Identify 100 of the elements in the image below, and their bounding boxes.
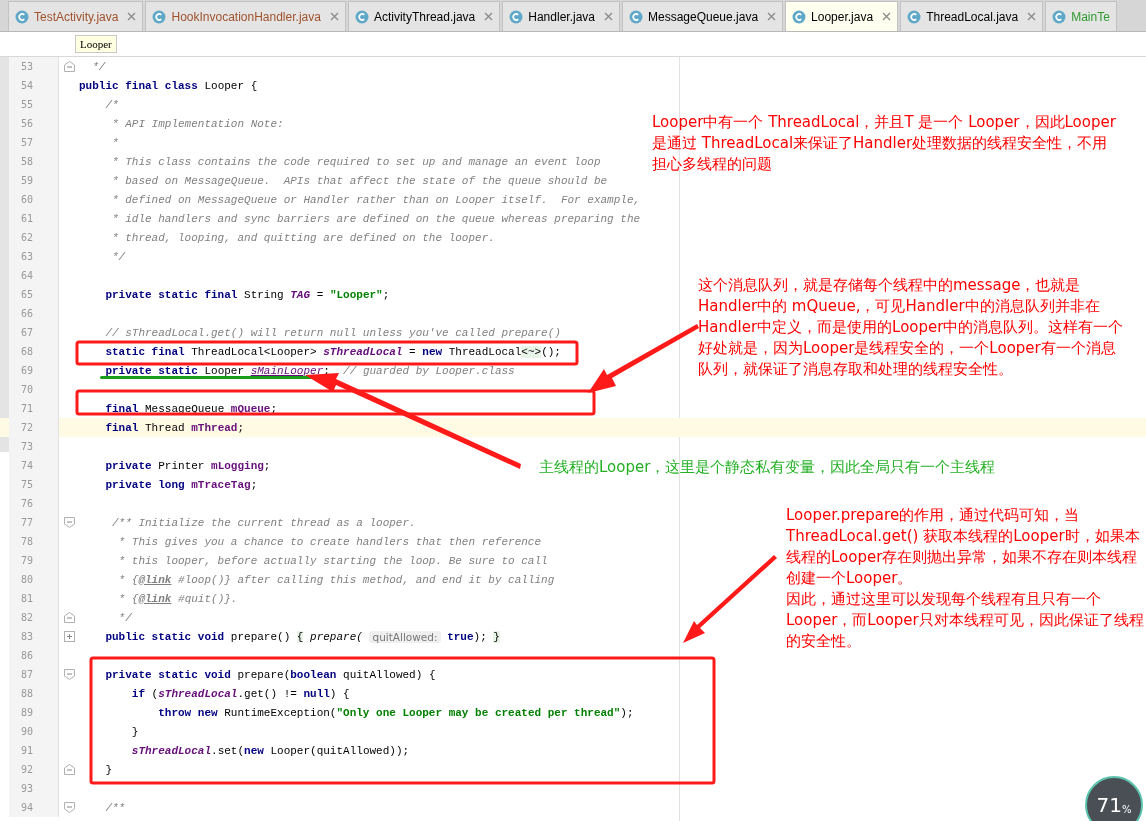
code-comment: #quit()}.: [177, 592, 238, 605]
close-icon[interactable]: [329, 12, 339, 21]
code-keyword: final: [104, 402, 139, 415]
file-tab[interactable]: MessageQueue.java: [622, 1, 784, 31]
fold-icon[interactable]: [63, 61, 75, 72]
code-text: quitAllowed) {: [342, 668, 436, 681]
code-text: RuntimeException(: [223, 706, 337, 719]
line-number: 73: [21, 441, 34, 452]
line-number: 54: [21, 80, 34, 91]
code-text: ThreadLocal: [447, 345, 522, 358]
annotation-text: 这个消息队列，就是存储每个线程中的message，也就是Handler中的 mQueue,，可见Handler中的消息队列并非在Handler中定义，而是使用的Looper中的消息队列。这样有一个好处就是，因为Looper是线程安全的，一个Looper有一个消息队列，就保证了消息存取和处理的线程安全性。: [698, 275, 1125, 380]
line-number: 77: [21, 517, 34, 528]
code-text: (: [150, 687, 159, 700]
file-tab[interactable]: Handler.java: [502, 1, 620, 31]
file-tab[interactable]: TestActivity.java: [8, 1, 144, 31]
doc-tag: @link: [138, 573, 172, 586]
folded-code: <~>: [521, 345, 542, 358]
code-text: Looper(quitAllowed));: [269, 744, 410, 757]
close-icon[interactable]: [484, 12, 494, 21]
doc-tag: @link: [138, 592, 172, 605]
code-comment: * based on MessageQueue. APIs that affect the state of the queue should be: [111, 174, 608, 187]
line-number: 67: [21, 327, 34, 338]
code-comment: * {: [117, 592, 139, 605]
code-comment: * idle handlers and sync barriers are defined on the queue whereas preparing the: [111, 212, 641, 225]
close-icon[interactable]: [1027, 12, 1037, 21]
code-text: );: [620, 706, 634, 719]
line-number: 82: [21, 612, 34, 623]
annotation-text: 主线程的Looper，这里是个静态私有变量，因此全局只有一个主线程: [539, 457, 997, 478]
fold-icon[interactable]: [63, 802, 75, 813]
file-tab[interactable]: HookInvocationHandler.java: [145, 1, 346, 31]
close-icon[interactable]: [882, 12, 892, 21]
line-number: 83: [21, 631, 34, 642]
code-comment: * this looper, before actually starting the loop. Be sure to call: [117, 554, 548, 567]
code-keyword: if: [130, 687, 145, 700]
close-icon[interactable]: [767, 12, 777, 21]
folded-code: {: [296, 630, 304, 643]
line-number: 59: [21, 175, 34, 186]
fold-icon[interactable]: [63, 517, 75, 528]
code-text: }: [130, 725, 139, 738]
fold-icon[interactable]: [63, 669, 75, 680]
code-text: prepare(): [229, 630, 292, 643]
fold-icon[interactable]: [63, 764, 75, 775]
code-keyword: boolean: [290, 668, 337, 681]
line-number: 90: [21, 726, 34, 737]
code-keyword: public final class: [79, 79, 198, 92]
annotation-text: Looper.prepare的作用，通过代码可知，当ThreadLocal.get() 获取本线程的Looper时，如果本线程的Looper存在则抛出异常，如果不存在则本线程创建一个Looper。: [786, 505, 1141, 589]
class-icon: [15, 9, 29, 24]
code-comment: * {: [117, 573, 139, 586]
code-keyword: throw new: [157, 706, 218, 719]
code-text: Looper: [203, 364, 246, 377]
code-keyword: null: [303, 687, 330, 700]
tooltip: Looper: [75, 35, 117, 53]
line-number: 86: [21, 650, 34, 661]
line-number: 72: [21, 422, 34, 433]
code-text: prepare(: [236, 668, 291, 681]
code-keyword: true: [446, 630, 474, 643]
code-comment: */: [91, 60, 106, 73]
code-text: ;: [237, 421, 245, 434]
code-text: =: [408, 345, 417, 358]
code-comment: /** Initialize the current thread as a looper.: [111, 516, 416, 529]
line-number: 68: [21, 346, 34, 357]
file-tab[interactable]: Looper.java: [785, 1, 899, 31]
class-icon: [509, 9, 524, 24]
close-icon[interactable]: [604, 12, 613, 21]
code-text: MessageQueue: [144, 402, 226, 415]
line-number: 63: [21, 251, 34, 262]
line-number: 78: [21, 536, 34, 547]
line-number: 56: [21, 118, 34, 129]
code-comment: */: [111, 250, 126, 263]
code-comment: * defined on MessageQueue or Handler rather than on Looper itself. For example,: [111, 193, 641, 206]
line-number: 80: [21, 574, 34, 585]
code-text: String: [243, 288, 285, 301]
code-text: ThreadLocal<Looper>: [190, 345, 318, 358]
code-text: );: [473, 630, 488, 643]
line-number: 70: [21, 384, 34, 395]
annotation-text: 因此，通过这里可以发现每个线程有且只有一个Looper，而Looper只对本线程可见，因此保证了线程的安全性。: [786, 589, 1144, 652]
file-tab[interactable]: ThreadLocal.java: [900, 1, 1044, 31]
code-keyword: private long: [104, 478, 186, 491]
code-keyword: new: [422, 345, 443, 358]
annotation-text: Looper中有一个 ThreadLocal，并且T 是一个 Looper，因此Looper是通过 ThreadLocal来保证了Handler处理数据的线程安全性，不用担心多线程的问题: [652, 112, 1117, 175]
code-text: Thread: [144, 421, 186, 434]
line-number: 71: [21, 403, 34, 414]
code-comment: #loop()} after calling this method, and end it by calling: [177, 573, 555, 586]
parameter-hint: quitAllowed:: [369, 630, 441, 643]
method-call: prepare(: [309, 630, 364, 643]
code-text: }: [104, 763, 112, 776]
line-number: 64: [21, 270, 34, 281]
line-number: 75: [21, 479, 34, 490]
field-name: TAG: [290, 288, 311, 301]
field-name: sMainLooper: [250, 364, 324, 377]
expand-icon[interactable]: [63, 631, 75, 642]
gauge-unit: %: [1121, 803, 1132, 815]
code-keyword: static final: [104, 345, 185, 358]
gauge-value: 71: [1096, 793, 1122, 817]
code-comment: * API Implementation Note:: [111, 117, 284, 130]
close-icon[interactable]: [127, 12, 137, 21]
code-comment: *: [111, 136, 119, 149]
code-comment: // sThreadLocal.get() will return null unless you've called prepare(): [104, 326, 561, 339]
file-tab[interactable]: ActivityThread.java: [347, 1, 501, 31]
fold-icon[interactable]: [63, 612, 75, 623]
